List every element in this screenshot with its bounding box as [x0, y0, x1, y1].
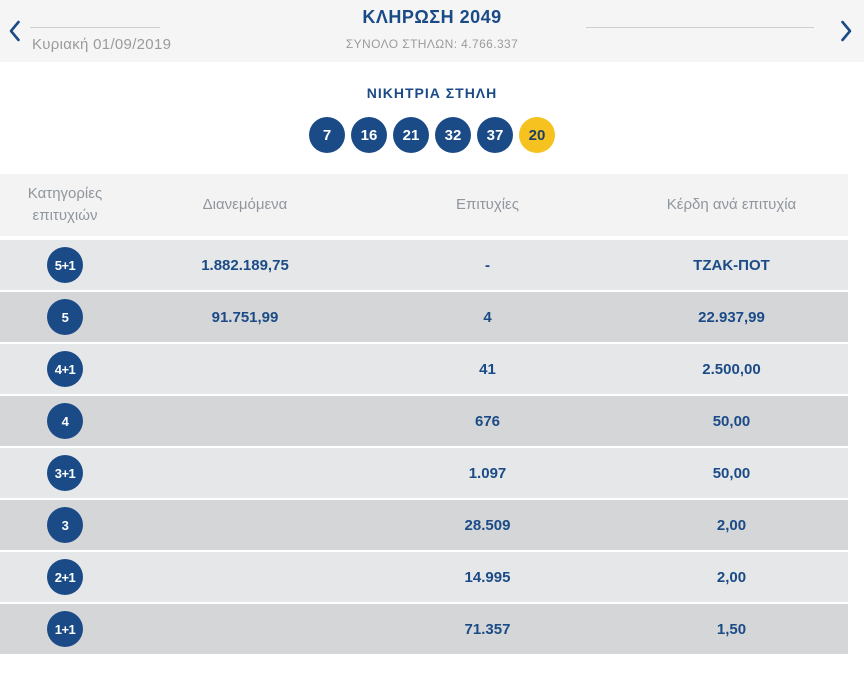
- category-cell: 3: [0, 507, 130, 543]
- winners-value: 4: [483, 308, 492, 326]
- category-cell: 2+1: [0, 559, 130, 595]
- winners-value: 1.097: [468, 464, 507, 482]
- header-divider-right: [586, 27, 814, 28]
- category-badge: 5: [47, 299, 83, 335]
- winning-number-ball: 37: [477, 117, 513, 153]
- chevron-right-icon: [840, 19, 853, 43]
- winners-value: 28.509: [464, 516, 511, 534]
- winners-value: 41: [479, 360, 496, 378]
- bonus-number-ball: 20: [519, 117, 555, 153]
- table-row: 3 28.509 2,00: [0, 500, 848, 550]
- category-badge: 3+1: [47, 455, 83, 491]
- distributed-value: 91.751,99: [211, 308, 279, 326]
- next-draw-button[interactable]: [834, 17, 858, 45]
- winning-number-ball: 7: [309, 117, 345, 153]
- winning-number-ball: 32: [435, 117, 471, 153]
- col-header-categories: Κατηγορίες επιτυχιών: [27, 185, 103, 224]
- category-cell: 5: [0, 299, 130, 335]
- table-row: 1+1 71.357 1,50: [0, 604, 848, 654]
- draw-header: Κυριακή 01/09/2019 ΚΛΗΡΩΣΗ 2049 ΣΥΝΟΛΟ Σ…: [0, 0, 864, 62]
- category-badge: 1+1: [47, 611, 83, 647]
- prize-value: 50,00: [712, 412, 751, 430]
- winners-value: 71.357: [464, 620, 511, 638]
- total-columns: ΣΥΝΟΛΟ ΣΤΗΛΩΝ: 4.766.337: [345, 37, 519, 51]
- winners-value: 14.995: [464, 568, 511, 586]
- col-header-distributed: Διανεμόμενα: [202, 196, 288, 214]
- table-row: 4 676 50,00: [0, 396, 848, 446]
- draw-title: ΚΛΗΡΩΣΗ 2049: [362, 7, 502, 27]
- category-cell: 4: [0, 403, 130, 439]
- winning-column-section: ΝΙΚΗΤΡΙΑ ΣΤΗΛΗ 7 16 21 32 37 20: [0, 62, 864, 174]
- prize-value: 22.937,99: [698, 308, 765, 326]
- category-badge: 5+1: [47, 247, 83, 283]
- winners-value: -: [485, 256, 490, 274]
- category-cell: 4+1: [0, 351, 130, 387]
- col-header-winners: Επιτυχίες: [456, 196, 519, 214]
- table-row: 2+1 14.995 2,00: [0, 552, 848, 602]
- table-row: 5+1 1.882.189,75 - ΤΖΑΚ-ΠΟΤ: [0, 240, 848, 290]
- prize-value: 50,00: [712, 464, 751, 482]
- col-header-prize: Κέρδη ανά επιτυχία: [666, 196, 797, 214]
- winning-column-title: ΝΙΚΗΤΡΙΑ ΣΤΗΛΗ: [366, 85, 498, 101]
- category-cell: 1+1: [0, 611, 130, 647]
- category-cell: 3+1: [0, 455, 130, 491]
- winning-number-ball: 21: [393, 117, 429, 153]
- winning-number-ball: 16: [351, 117, 387, 153]
- prize-value: 2,00: [716, 568, 747, 586]
- category-badge: 2+1: [47, 559, 83, 595]
- category-cell: 5+1: [0, 247, 130, 283]
- table-body: 5+1 1.882.189,75 - ΤΖΑΚ-ΠΟΤ 5 91.751,99 4 22.93…: [0, 240, 848, 654]
- winners-value: 676: [474, 412, 501, 430]
- table-header-row: Κατηγορίες επιτυχιών Διανεμόμενα Επιτυχί…: [0, 174, 848, 236]
- prize-value: ΤΖΑΚ-ΠΟΤ: [693, 256, 770, 274]
- category-badge: 3: [47, 507, 83, 543]
- prize-value: 2.500,00: [702, 360, 761, 378]
- results-table: Κατηγορίες επιτυχιών Διανεμόμενα Επιτυχί…: [0, 174, 848, 654]
- category-badge: 4: [47, 403, 83, 439]
- table-row: 5 91.751,99 4 22.937,99: [0, 292, 848, 342]
- prize-value: 2,00: [716, 516, 747, 534]
- distributed-value: 1.882.189,75: [201, 256, 289, 274]
- table-row: 3+1 1.097 50,00: [0, 448, 848, 498]
- prize-value: 1,50: [716, 620, 747, 638]
- table-row: 4+1 41 2.500,00: [0, 344, 848, 394]
- category-badge: 4+1: [47, 351, 83, 387]
- winning-numbers-row: 7 16 21 32 37 20: [0, 117, 864, 153]
